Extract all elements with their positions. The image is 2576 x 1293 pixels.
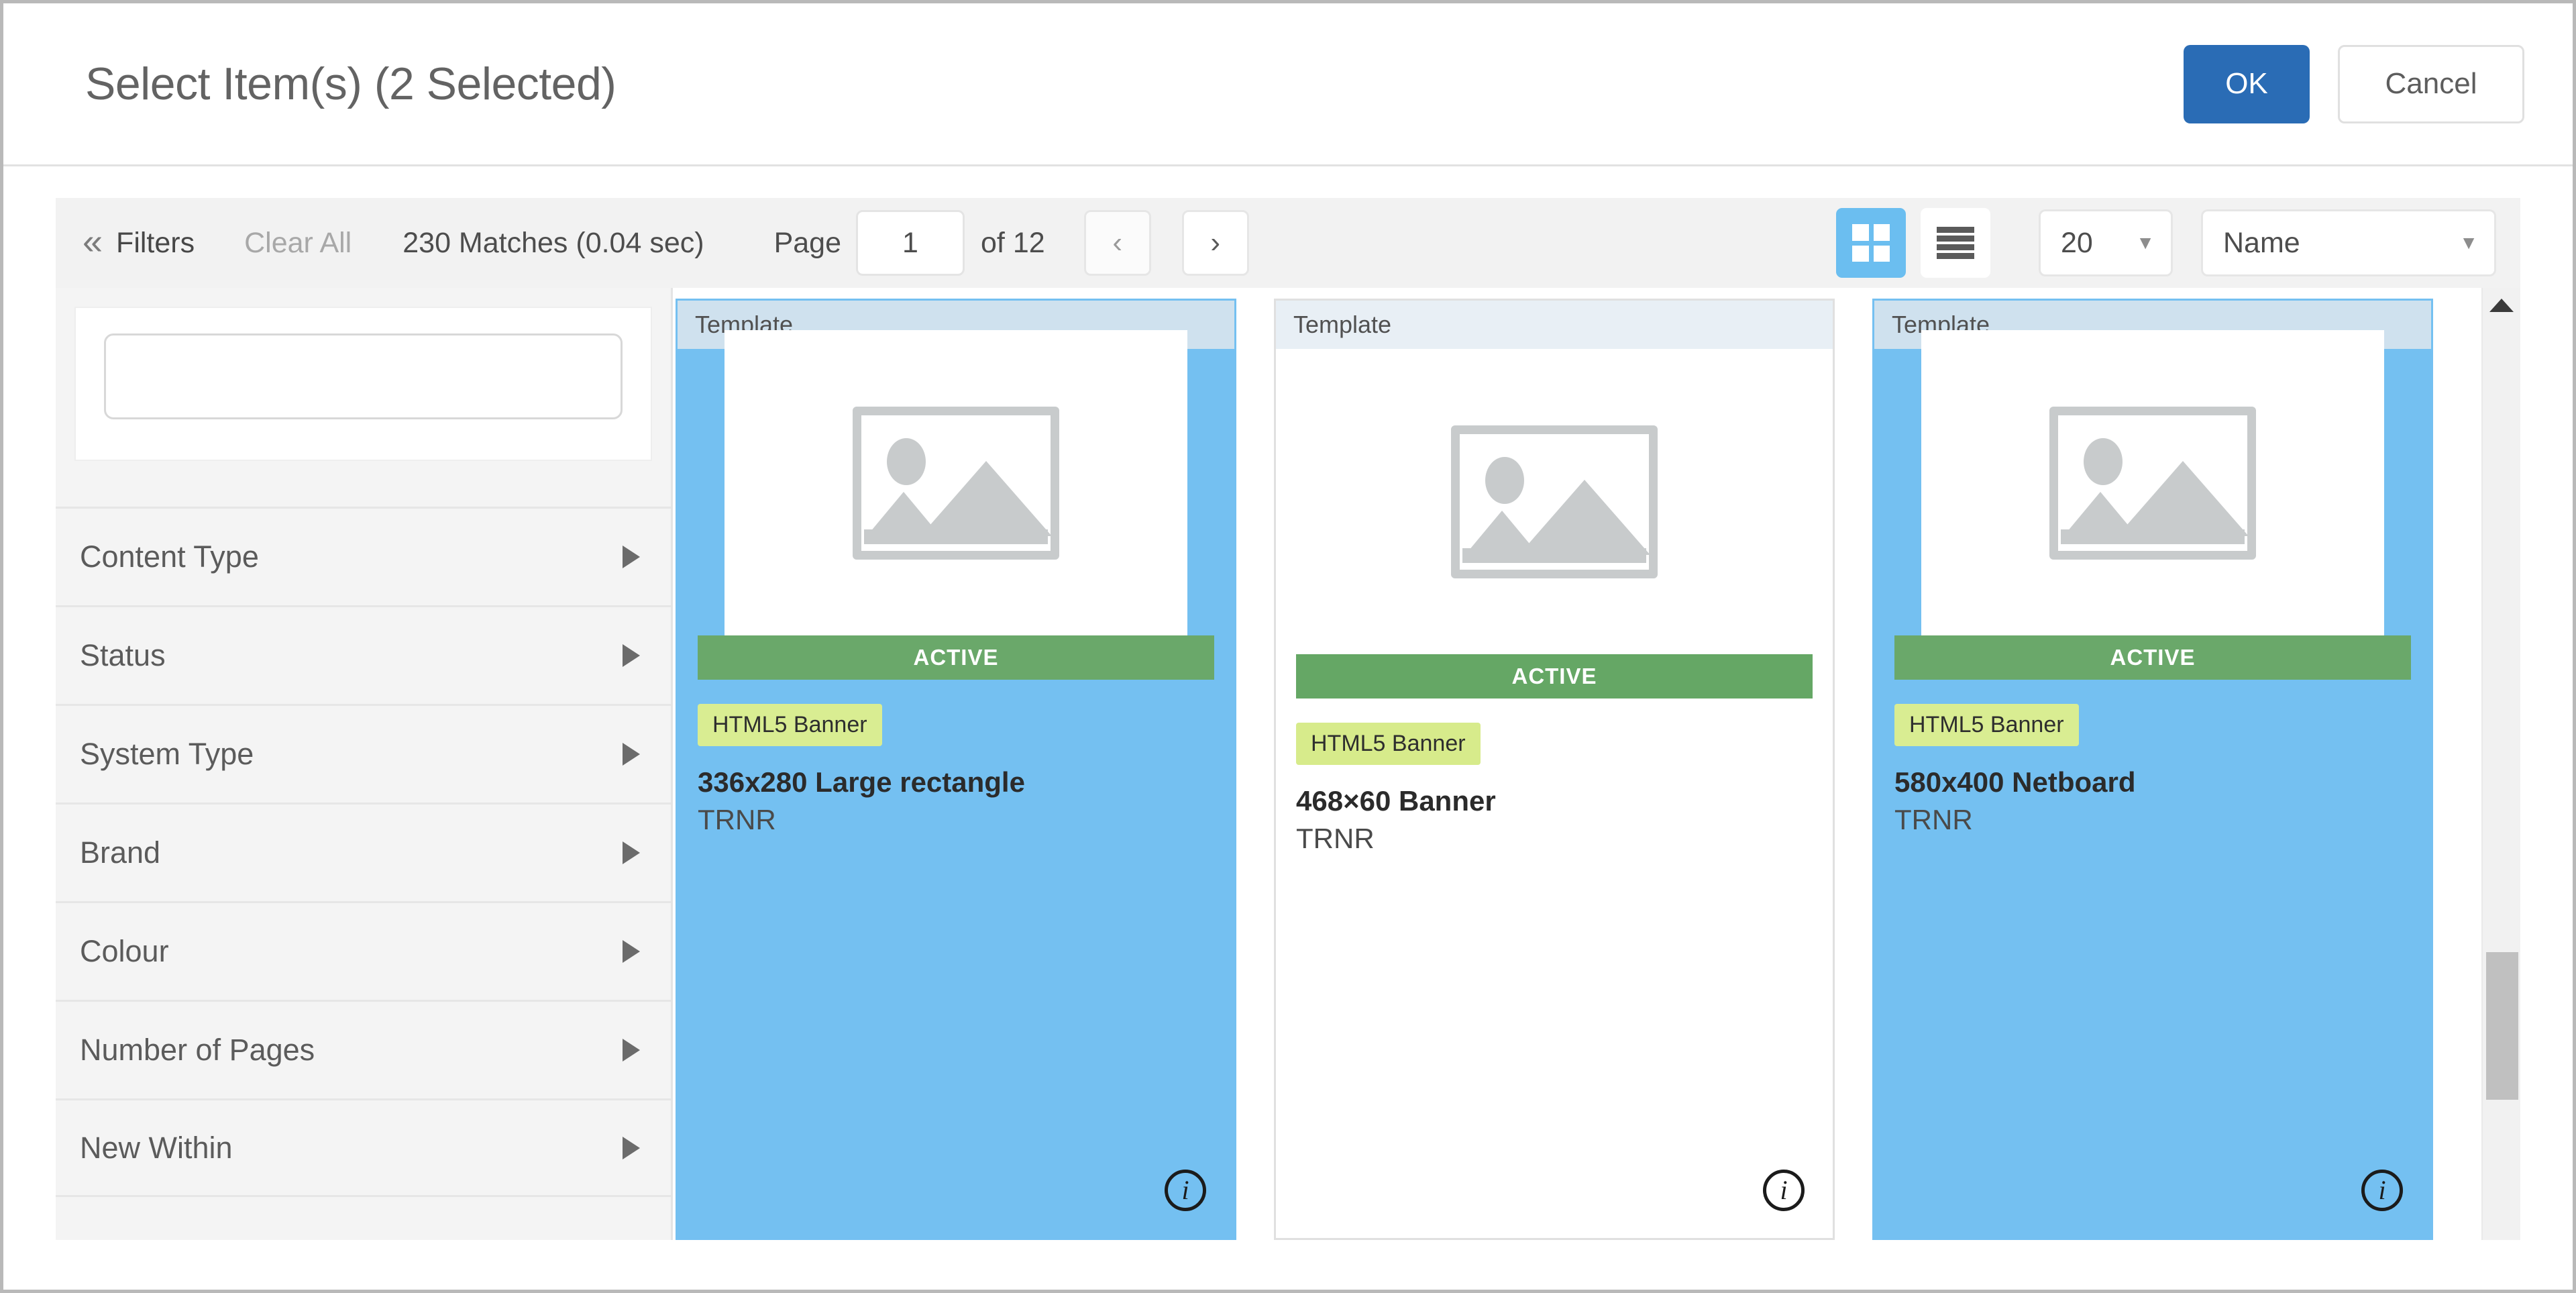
dialog-body: Content Type Status System Type Brand Co (56, 288, 2520, 1240)
filter-label: Colour (80, 934, 169, 968)
results-grid: Template ACTIVE HTML5 Banner 336x280 Lar… (673, 288, 2520, 1240)
filter-group-list: Content Type Status System Type Brand Co (56, 507, 671, 1197)
info-icon[interactable]: i (1763, 1170, 1805, 1211)
page-size-value: 20 (2061, 226, 2093, 259)
filters-toggle[interactable]: « Filters (83, 223, 195, 260)
card-meta: HTML5 Banner 336x280 Large rectangle TRN… (678, 680, 1234, 836)
previous-page-button[interactable]: ‹ (1083, 210, 1151, 276)
card-title: 468×60 Banner (1296, 785, 1496, 817)
next-page-button[interactable]: › (1181, 210, 1249, 276)
chevron-down-icon: ▼ (2136, 232, 2155, 253)
result-card[interactable]: Template (1872, 299, 2433, 1240)
results-toolbar: « Filters Clear All 230 Matches (0.04 se… (56, 198, 2520, 288)
filter-label: Content Type (80, 539, 259, 574)
status-label: ACTIVE (1511, 664, 1597, 688)
grid-view-icon (1852, 224, 1890, 262)
card-subtitle: TRNR (698, 804, 776, 836)
image-placeholder-icon (1451, 425, 1658, 578)
sort-select[interactable]: Name ▼ (2201, 209, 2496, 276)
chevron-right-icon (623, 644, 640, 667)
chevron-right-icon (623, 841, 640, 864)
chevron-left-double-icon[interactable]: « (83, 223, 103, 260)
card-type-label: Template (1293, 311, 1392, 338)
card-title: 580x400 Netboard (1894, 766, 2136, 798)
page-size-select[interactable]: 20 ▼ (2039, 209, 2173, 276)
thumbnail-area (724, 330, 1187, 635)
chevron-right-icon (623, 940, 640, 963)
image-placeholder-icon (2049, 406, 2256, 560)
status-wrap: ACTIVE (1894, 635, 2411, 680)
thumbnail-area (1921, 330, 2384, 635)
sidebar-item-number-of-pages[interactable]: Number of Pages (56, 1000, 671, 1098)
status-badge: ACTIVE (1894, 635, 2411, 680)
image-placeholder-icon (853, 406, 1059, 560)
list-view-icon (1937, 227, 1974, 259)
chevron-down-icon: ▼ (2459, 232, 2478, 253)
sort-value: Name (2223, 226, 2300, 259)
view-controls: 20 ▼ Name ▼ (1836, 208, 2496, 278)
chevron-right-icon (623, 1136, 640, 1159)
filter-label: System Type (80, 737, 254, 771)
card-meta: HTML5 Banner 468×60 Banner TRNR (1276, 699, 1833, 855)
results-area: Template ACTIVE HTML5 Banner 336x280 Lar… (673, 288, 2520, 1240)
sidebar-item-content-type[interactable]: Content Type (56, 507, 671, 605)
list-view-button[interactable] (1921, 208, 1990, 278)
grid-view-button[interactable] (1836, 208, 1906, 278)
sidebar-item-new-within[interactable]: New Within (56, 1098, 671, 1197)
card-subtitle: TRNR (1296, 823, 1375, 855)
cancel-button[interactable]: Cancel (2338, 44, 2524, 123)
search-input[interactable] (104, 333, 623, 419)
scroll-up-button[interactable] (2483, 288, 2520, 323)
status-badge: ACTIVE (1296, 654, 1813, 699)
status-wrap: ACTIVE (698, 635, 1214, 680)
card-thumbnail-panel (724, 330, 1187, 635)
page-label: Page (773, 226, 842, 259)
content-type-tag: HTML5 Banner (1894, 704, 2079, 746)
sidebar-item-brand[interactable]: Brand (56, 803, 671, 901)
match-count-text: 230 Matches (0.04 sec) (402, 226, 704, 259)
page-title: Select Item(s) (2 Selected) (85, 58, 616, 109)
total-pages-text: of 12 (981, 226, 1045, 259)
filters-label[interactable]: Filters (116, 227, 195, 260)
content-type-tag: HTML5 Banner (1296, 723, 1481, 765)
content-type-tag: HTML5 Banner (698, 704, 882, 746)
clear-all-button[interactable]: Clear All (244, 227, 352, 260)
filter-label: Status (80, 638, 166, 672)
chevron-right-icon (623, 546, 640, 568)
filters-sidebar: Content Type Status System Type Brand Co (56, 288, 673, 1240)
info-icon[interactable]: i (2361, 1170, 2403, 1211)
sidebar-item-system-type[interactable]: System Type (56, 704, 671, 803)
card-title: 336x280 Large rectangle (698, 766, 1025, 798)
status-label: ACTIVE (913, 645, 999, 670)
scrollbar-thumb[interactable] (2486, 952, 2518, 1100)
thumbnail-area (1276, 349, 1833, 654)
filter-label: Number of Pages (80, 1033, 315, 1067)
page-number-input[interactable] (856, 210, 965, 276)
header-actions: OK Cancel (2184, 44, 2524, 123)
card-thumbnail-panel (1921, 330, 2384, 635)
sidebar-item-colour[interactable]: Colour (56, 901, 671, 1000)
card-meta: HTML5 Banner 580x400 Netboard TRNR (1874, 680, 2431, 836)
result-card[interactable]: Template (1274, 299, 1835, 1240)
card-type-bar: Template (1276, 301, 1833, 349)
status-label: ACTIVE (2110, 645, 2196, 670)
dialog-header: Select Item(s) (2 Selected) OK Cancel (3, 3, 2573, 166)
search-panel (74, 307, 652, 461)
filter-label: Brand (80, 835, 161, 870)
sidebar-item-status[interactable]: Status (56, 605, 671, 704)
chevron-right-icon (623, 743, 640, 766)
card-subtitle: TRNR (1894, 804, 1973, 836)
info-icon[interactable]: i (1165, 1170, 1206, 1211)
results-scrollbar[interactable] (2481, 288, 2520, 1240)
card-thumbnail-panel (1276, 349, 1833, 654)
ok-button[interactable]: OK (2184, 44, 2310, 123)
filter-label: New Within (80, 1130, 233, 1165)
result-card[interactable]: Template (676, 299, 1236, 1240)
status-wrap: ACTIVE (1296, 654, 1813, 699)
chevron-right-icon (623, 1039, 640, 1062)
status-badge: ACTIVE (698, 635, 1214, 680)
select-items-dialog: Select Item(s) (2 Selected) OK Cancel « … (0, 0, 2576, 1293)
